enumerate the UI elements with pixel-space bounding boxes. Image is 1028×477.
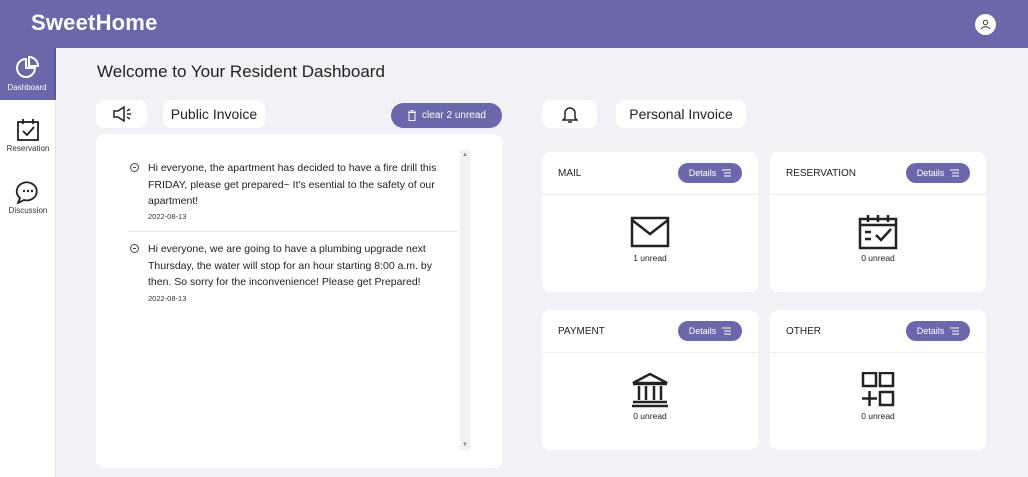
card-title: PAYMENT — [558, 326, 605, 337]
bank-icon — [632, 372, 668, 408]
list-icon — [950, 327, 960, 335]
trash-icon — [408, 110, 417, 121]
sidebar-item-label: Reservation — [6, 144, 50, 153]
details-label: Details — [916, 326, 945, 336]
reservation-details-button[interactable]: Details — [906, 163, 970, 183]
notice-text: Hi everyone, we are going to have a plum… — [148, 243, 433, 288]
envelope-icon — [630, 216, 670, 248]
details-label: Details — [916, 168, 945, 178]
sidebar-item-label: Discussion — [8, 206, 48, 215]
details-label: Details — [688, 326, 717, 336]
brand-logo[interactable]: SweetHome — [31, 10, 158, 36]
unread-count: 0 unread — [861, 411, 895, 421]
chat-bubbles-icon — [15, 181, 38, 204]
other-card: OTHER Details 0 unread — [770, 310, 986, 450]
public-invoice-label: Public Invoice — [163, 100, 265, 128]
bell-icon — [561, 107, 578, 123]
public-invoice-panel: Hi everyone, the apartment has decided t… — [96, 134, 502, 468]
sidebar: Dashboard Reservation Discussion — [0, 48, 56, 477]
reservation-card: RESERVATION Details 0 unread — [770, 152, 986, 292]
grid-plus-icon — [861, 372, 895, 407]
payment-card: PAYMENT Details 0 unread — [542, 310, 758, 450]
sidebar-item-dashboard[interactable]: Dashboard — [0, 48, 56, 100]
card-header: RESERVATION Details — [770, 152, 986, 195]
pie-chart-icon — [16, 55, 40, 78]
other-details-button[interactable]: Details — [906, 321, 970, 341]
mail-card: MAIL Details 1 unread — [542, 152, 758, 292]
sidebar-item-label: Dashboard — [7, 83, 47, 92]
megaphone-icon — [112, 105, 131, 123]
clock-icon — [130, 163, 139, 172]
notice-date: 2022-08-13 — [148, 212, 187, 221]
card-header: PAYMENT Details — [542, 310, 758, 353]
page-title: Welcome to Your Resident Dashboard — [97, 62, 385, 81]
user-avatar[interactable] — [975, 14, 996, 35]
notice-date: 2022-08-13 — [148, 294, 187, 303]
card-title: OTHER — [786, 326, 821, 337]
card-title: MAIL — [558, 168, 582, 179]
sidebar-item-reservation[interactable]: Reservation — [0, 118, 56, 158]
card-header: MAIL Details — [542, 152, 758, 195]
clock-icon — [130, 244, 139, 253]
calendar-check-icon — [17, 119, 39, 141]
unread-count: 0 unread — [861, 253, 895, 263]
details-label: Details — [688, 168, 717, 178]
list-item[interactable]: Hi everyone, the apartment has decided t… — [128, 160, 458, 230]
notice-text: Hi everyone, the apartment has decided t… — [148, 162, 437, 207]
payment-details-button[interactable]: Details — [678, 321, 742, 341]
personal-invoice-label: Personal Invoice — [616, 100, 746, 128]
list-item[interactable]: Hi everyone, we are going to have a plum… — [128, 241, 458, 311]
divider — [128, 231, 458, 232]
card-header: OTHER Details — [770, 310, 986, 353]
scrollbar[interactable]: ▲ ▼ — [460, 150, 470, 450]
sidebar-item-discussion[interactable]: Discussion — [0, 180, 56, 220]
megaphone-button[interactable] — [96, 100, 147, 128]
scroll-down-arrow[interactable]: ▼ — [460, 440, 470, 450]
calendar-check-icon — [858, 215, 898, 250]
unread-count: 1 unread — [633, 253, 667, 263]
top-bar: SweetHome — [0, 0, 1028, 48]
list-icon — [722, 327, 732, 335]
user-icon — [981, 19, 990, 30]
clear-unread-label: clear 2 unread — [422, 110, 486, 121]
clear-unread-button[interactable]: clear 2 unread — [391, 103, 502, 128]
bell-button[interactable] — [542, 100, 597, 128]
scroll-up-arrow[interactable]: ▲ — [460, 150, 470, 160]
mail-details-button[interactable]: Details — [678, 163, 742, 183]
unread-count: 0 unread — [633, 411, 667, 421]
card-title: RESERVATION — [786, 168, 857, 179]
list-icon — [722, 169, 732, 177]
list-icon — [950, 169, 960, 177]
